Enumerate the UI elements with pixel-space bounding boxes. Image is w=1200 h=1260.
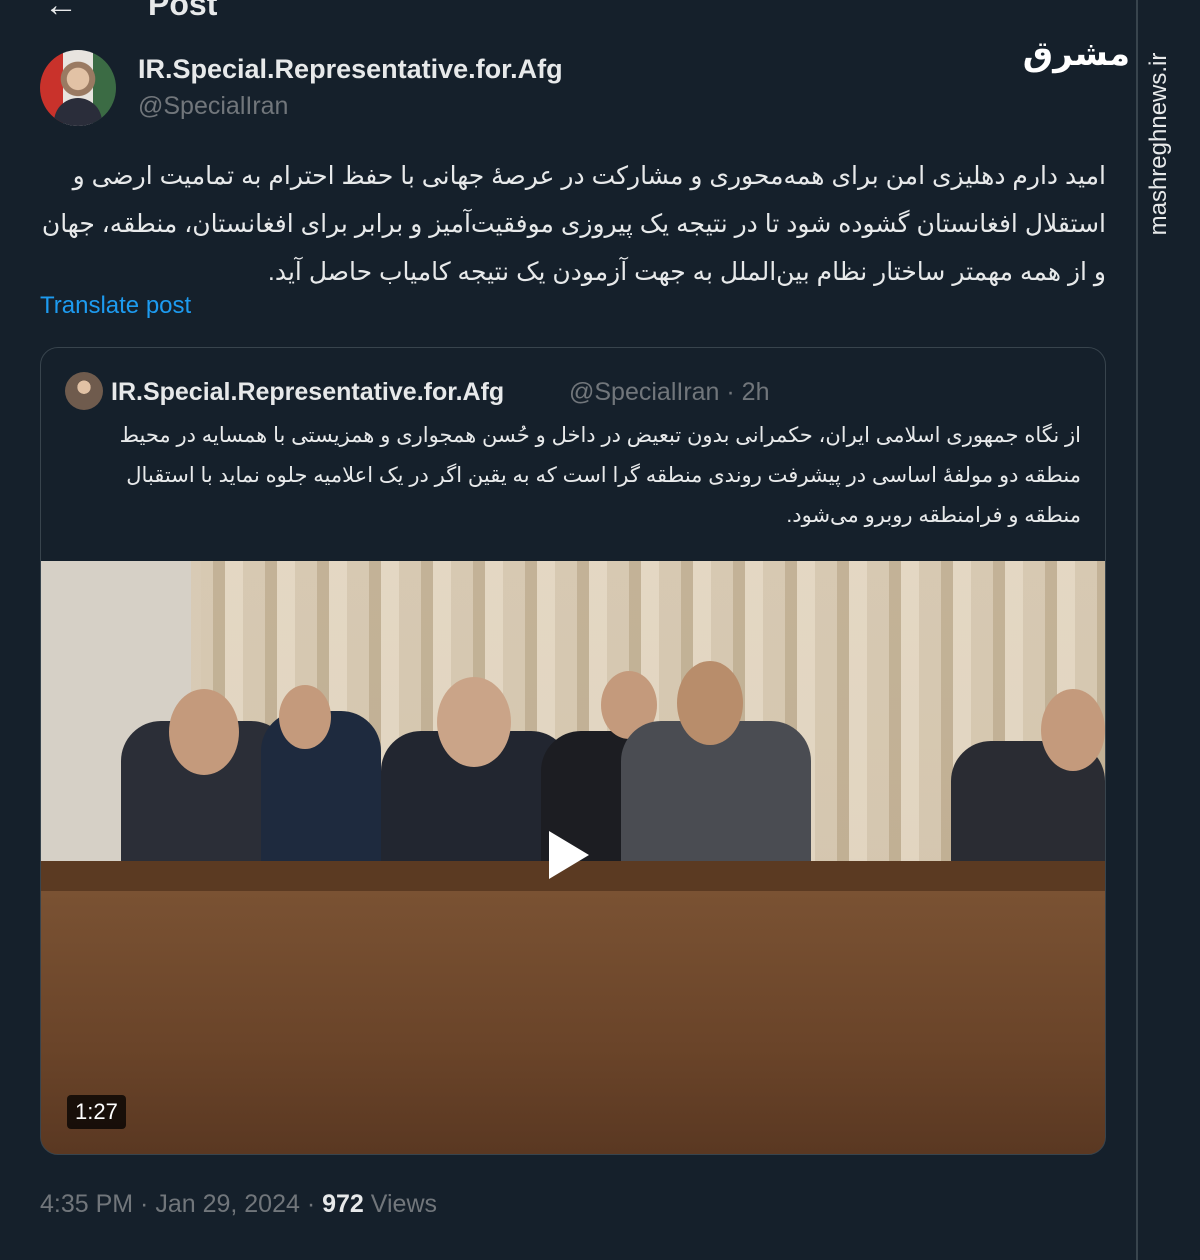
post-meta: 4:35 PM · Jan 29, 2024 · 972 Views xyxy=(40,1190,437,1219)
video-table-front xyxy=(41,891,1105,1154)
page-title: Post xyxy=(148,0,218,22)
quote-author-name: IR.Special.Representative.for.Afg xyxy=(111,378,505,406)
video-duration: 1:27 xyxy=(67,1095,126,1129)
column-divider xyxy=(1136,0,1138,1260)
video-head xyxy=(279,685,331,749)
translate-post-link[interactable]: Translate post xyxy=(40,292,191,320)
author-name[interactable]: IR.Special.Representative.for.Afg xyxy=(138,54,563,85)
views-label: Views xyxy=(363,1190,438,1218)
watermark-logo: مشرق xyxy=(1022,34,1130,74)
video-head xyxy=(437,677,511,767)
back-arrow-icon[interactable]: ← xyxy=(44,0,78,25)
quote-avatar xyxy=(65,372,103,410)
top-bar: ← Post xyxy=(0,0,1140,24)
avatar[interactable] xyxy=(40,50,116,126)
video-player[interactable]: 1:27 xyxy=(41,561,1105,1154)
views-count[interactable]: 972 xyxy=(322,1190,364,1218)
watermark-url-text: mashreghnews.ir xyxy=(1145,52,1172,236)
video-head xyxy=(677,661,743,745)
video-head xyxy=(1041,689,1105,771)
quote-text: از نگاه جمهوری اسلامی ایران، حکمرانی بدو… xyxy=(119,424,1081,527)
quoted-post-card[interactable]: IR.Special.Representative.for.Afg @Speci… xyxy=(40,347,1106,1155)
watermark-url: mashreghnews.ir xyxy=(1144,40,1174,260)
video-head xyxy=(169,689,239,775)
quote-handle-time: @SpecialIran · 2h xyxy=(569,378,770,406)
tweet-text: امید دارم دهلیزی امن برای همه‌محوری و مش… xyxy=(41,162,1106,286)
play-icon[interactable] xyxy=(549,831,589,879)
post-timestamp[interactable]: 4:35 PM · Jan 29, 2024 · xyxy=(40,1190,322,1218)
author-handle[interactable]: @SpecialIran xyxy=(138,92,288,121)
